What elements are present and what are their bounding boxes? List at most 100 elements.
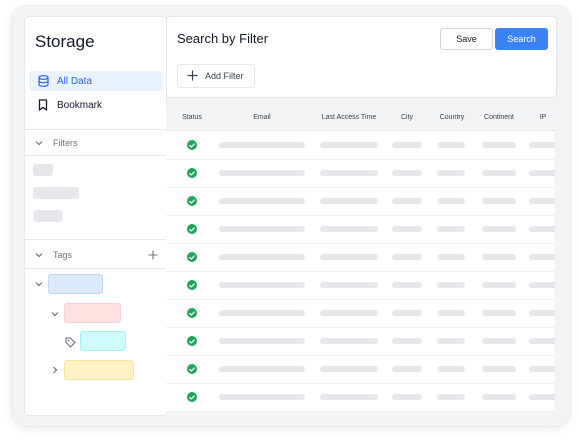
status-ok-icon [187,392,197,402]
cell-placeholder [482,310,516,316]
table-row[interactable] [166,243,555,272]
cell-placeholder [219,170,305,176]
sidebar: Storage All Data Bookmark Filters Tags [24,16,167,416]
page-title: Search by Filter [177,31,269,46]
tag-icon [65,335,76,353]
bookmark-icon [35,99,51,111]
table-row[interactable] [166,327,555,356]
cell-placeholder [320,198,378,204]
status-ok-icon [187,224,197,234]
table-row[interactable] [166,271,555,300]
tag-placeholder[interactable] [64,360,134,380]
cell-placeholder [437,170,465,176]
cell-placeholder [482,198,516,204]
sidebar-item-all-data[interactable]: All Data [29,71,163,91]
results-table: Status Email Last Access Time City Country Co… [166,106,555,412]
cell-placeholder [529,170,555,176]
cell-placeholder [529,198,555,204]
cell-placeholder [219,142,305,148]
cell-placeholder [320,366,378,372]
search-button[interactable]: Search [495,28,548,50]
cell-placeholder [219,394,305,400]
cell-placeholder [482,254,516,260]
cell-placeholder [437,366,465,372]
status-ok-icon [187,280,197,290]
tags-section-header[interactable]: Tags [35,250,72,260]
status-ok-icon [187,168,197,178]
cell-placeholder [482,394,516,400]
chevron-down-icon [35,138,43,148]
cell-placeholder [482,142,516,148]
cell-placeholder [219,310,305,316]
cell-placeholder [482,366,516,372]
table-row[interactable] [166,159,555,188]
cell-placeholder [392,394,422,400]
cell-placeholder [529,366,555,372]
cell-placeholder [392,198,422,204]
divider [25,268,166,269]
cell-placeholder [437,226,465,232]
database-icon [35,75,51,87]
chevron-down-icon[interactable] [35,279,43,289]
cell-placeholder [320,338,378,344]
cell-placeholder [320,142,378,148]
cell-placeholder [392,366,422,372]
save-button[interactable]: Save [440,28,493,50]
column-header[interactable]: Email [222,114,302,121]
tag-placeholder[interactable] [48,274,103,294]
cell-placeholder [219,366,305,372]
cell-placeholder [529,394,555,400]
chevron-right-icon[interactable] [52,366,58,376]
cell-placeholder [320,282,378,288]
tags-label: Tags [53,250,73,260]
cell-placeholder [320,310,378,316]
filter-placeholder[interactable] [33,210,63,222]
cell-placeholder [529,338,555,344]
cell-placeholder [320,170,378,176]
cell-placeholder [482,338,516,344]
add-tag-icon[interactable] [148,248,158,262]
column-header[interactable]: IP [503,114,555,121]
divider [25,129,166,130]
cell-placeholder [437,198,465,204]
cell-placeholder [392,338,422,344]
filter-panel: Search by Filter Save Search Add Filter [166,16,557,98]
table-row[interactable] [166,299,555,328]
filters-label: Filters [53,138,78,148]
cell-placeholder [392,170,422,176]
status-ok-icon [187,140,197,150]
tag-placeholder[interactable] [64,303,121,323]
status-ok-icon [187,252,197,262]
cell-placeholder [219,282,305,288]
filter-placeholder[interactable] [33,187,79,199]
cell-placeholder [437,254,465,260]
cell-placeholder [437,338,465,344]
status-ok-icon [187,336,197,346]
table-row[interactable] [166,355,555,384]
cell-placeholder [529,226,555,232]
sidebar-item-label: Bookmark [57,99,103,111]
divider [25,239,166,240]
add-filter-label: Add Filter [205,71,244,81]
table-row[interactable] [166,187,555,216]
cell-placeholder [482,282,516,288]
sidebar-item-bookmark[interactable]: Bookmark [29,95,163,115]
cell-placeholder [219,254,305,260]
tag-placeholder[interactable] [80,331,126,351]
cell-placeholder [529,282,555,288]
cell-placeholder [219,338,305,344]
table-row[interactable] [166,131,555,160]
cell-placeholder [437,142,465,148]
filter-placeholder[interactable] [33,164,53,176]
cell-placeholder [392,282,422,288]
cell-placeholder [482,170,516,176]
add-filter-button[interactable]: Add Filter [177,64,255,88]
cell-placeholder [529,142,555,148]
table-row[interactable] [166,215,555,244]
cell-placeholder [219,198,305,204]
filters-section-header[interactable]: Filters [35,138,78,148]
chevron-down-icon[interactable] [51,309,59,319]
divider [25,155,166,156]
table-row[interactable] [166,383,555,412]
status-ok-icon [187,196,197,206]
